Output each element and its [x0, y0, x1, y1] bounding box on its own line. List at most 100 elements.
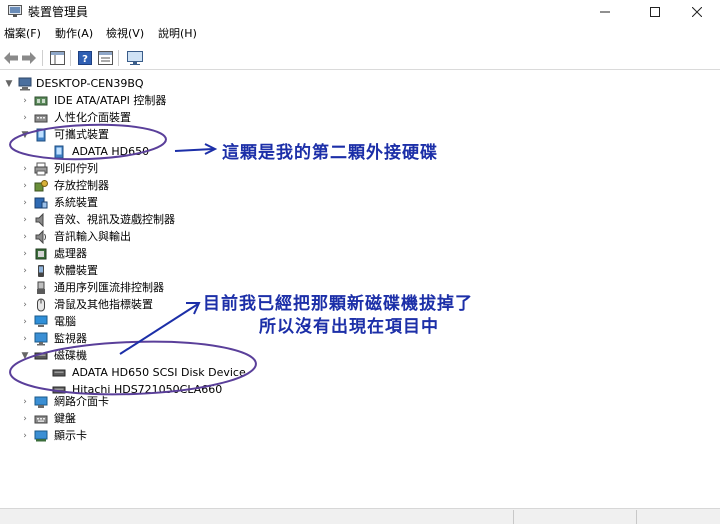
annotation-note-2-line2: 所以沒有出現在項目中: [259, 317, 439, 337]
show-hide-console-tree-button[interactable]: [48, 49, 66, 67]
tree-item-disk-drives[interactable]: ▼ 磁碟機: [0, 348, 300, 364]
tree-item-system-devices[interactable]: › 系統裝置: [0, 195, 300, 211]
expand-chevron-icon[interactable]: ›: [20, 214, 30, 226]
expand-chevron-icon[interactable]: ›: [20, 231, 30, 243]
tree-item-label: 軟體裝置: [54, 264, 98, 277]
monitor-scan-icon: [127, 51, 143, 65]
toolbar-separator: [118, 50, 119, 66]
tree-root[interactable]: ▼ DESKTOP-CEN39BQ: [0, 76, 300, 92]
hid-icon: [34, 114, 48, 123]
tree-item-label: 網路介面卡: [54, 395, 109, 408]
tree-item-processors[interactable]: › 處理器: [0, 246, 300, 262]
tree-item-label: 顯示卡: [54, 429, 87, 442]
expand-chevron-icon[interactable]: ›: [20, 299, 30, 311]
tree-item-label: 音訊輸入與輸出: [54, 230, 131, 243]
close-icon: [692, 7, 702, 17]
tree-item-label: IDE ATA/ATAPI 控制器: [54, 94, 167, 107]
portable-device-icon: [36, 128, 46, 142]
collapse-chevron-icon[interactable]: ▼: [20, 129, 30, 141]
window-title: 裝置管理員: [28, 5, 89, 19]
expand-chevron-icon[interactable]: ›: [20, 265, 30, 277]
tree-item-label: 系統裝置: [54, 196, 98, 209]
tree-item-label: 磁碟機: [54, 349, 87, 362]
tree-item-network-adapters[interactable]: › 網路介面卡: [0, 394, 300, 410]
tree-item-label: 滑鼠及其他指標裝置: [54, 298, 153, 311]
storage-controller-icon: [34, 180, 48, 192]
portable-device-icon: [54, 145, 64, 159]
tree-item-software-devices[interactable]: › 軟體裝置: [0, 263, 300, 279]
expand-chevron-icon[interactable]: ›: [20, 413, 30, 425]
expand-chevron-icon[interactable]: ›: [20, 248, 30, 260]
menu-help[interactable]: 說明(H): [158, 27, 197, 41]
properties-icon: [97, 51, 113, 65]
printer-icon: [34, 162, 48, 176]
minimize-button[interactable]: [582, 0, 628, 24]
expand-chevron-icon[interactable]: ›: [20, 333, 30, 345]
expand-chevron-icon[interactable]: ›: [20, 430, 30, 442]
tree-item-display-adapters[interactable]: › 顯示卡: [0, 428, 300, 444]
forward-arrow-icon: [22, 52, 36, 64]
status-bar-separator: [513, 510, 514, 524]
tree-item-label: 可攜式裝置: [54, 128, 109, 141]
tree-item-print-queues[interactable]: › 列印佇列: [0, 161, 300, 177]
forward-button[interactable]: [20, 49, 38, 67]
tree-item-monitors[interactable]: › 監視器: [0, 331, 300, 347]
mouse-icon: [37, 298, 45, 312]
tree-item-label: 音效、視訊及遊戲控制器: [54, 213, 175, 226]
tree-item-keyboards[interactable]: › 鍵盤: [0, 411, 300, 427]
help-button[interactable]: ?: [76, 49, 94, 67]
tree-item-ide-controllers[interactable]: › IDE ATA/ATAPI 控制器: [0, 93, 300, 109]
close-button[interactable]: [674, 0, 720, 24]
status-bar-separator: [636, 510, 637, 524]
console-tree-icon: [49, 51, 65, 65]
speaker-icon: [35, 213, 44, 227]
tree-item-audio-io[interactable]: › 音訊輸入與輸出: [0, 229, 300, 245]
toolbar: ?: [0, 46, 720, 70]
tree-item-label: 電腦: [54, 315, 76, 328]
minimize-icon: [600, 11, 610, 13]
properties-button[interactable]: [96, 49, 114, 67]
monitor-icon: [34, 332, 48, 346]
help-icon: ?: [78, 51, 92, 65]
expand-chevron-icon[interactable]: ›: [20, 316, 30, 328]
svg-text:?: ?: [82, 54, 88, 65]
tree-item-label: 通用序列匯流排控制器: [54, 281, 164, 294]
system-device-icon: [34, 197, 48, 209]
tree-item-hid[interactable]: › 人性化介面裝置: [0, 110, 300, 126]
tree-item-computer[interactable]: › 電腦: [0, 314, 300, 330]
menu-action[interactable]: 動作(A): [55, 27, 93, 41]
back-button[interactable]: [2, 49, 20, 67]
display-adapter-icon: [34, 430, 48, 442]
collapse-chevron-icon[interactable]: ▼: [20, 350, 30, 362]
scan-hardware-button[interactable]: [126, 49, 144, 67]
collapse-chevron-icon[interactable]: ▼: [4, 78, 14, 90]
usb-icon: [37, 281, 45, 294]
menu-view[interactable]: 檢視(V): [106, 27, 144, 41]
network-adapter-icon: [34, 396, 48, 408]
computer-name: DESKTOP-CEN39BQ: [36, 77, 144, 90]
toolbar-separator: [70, 50, 71, 66]
ide-controller-icon: [34, 96, 48, 106]
expand-chevron-icon[interactable]: ›: [20, 197, 30, 209]
annotation-note-2-line1: 目前我已經把那顆新磁碟機拔掉了: [203, 294, 473, 314]
menu-bar: 檔案(F) 動作(A) 檢視(V) 說明(H): [0, 24, 720, 44]
menu-file[interactable]: 檔案(F): [4, 27, 41, 41]
maximize-button[interactable]: [632, 0, 678, 24]
device-manager-icon: [8, 5, 22, 17]
expand-chevron-icon[interactable]: ›: [20, 95, 30, 107]
back-arrow-icon: [4, 52, 18, 64]
tree-item-storage-controllers[interactable]: › 存放控制器: [0, 178, 300, 194]
disk-drive-icon: [34, 352, 48, 360]
software-device-icon: [38, 265, 44, 277]
tree-item-label: ADATA HD650: [72, 145, 150, 158]
status-bar: [0, 508, 720, 524]
tree-item-sound-video-game[interactable]: › 音效、視訊及遊戲控制器: [0, 212, 300, 228]
expand-chevron-icon[interactable]: ›: [20, 180, 30, 192]
expand-chevron-icon[interactable]: ›: [20, 396, 30, 408]
expand-chevron-icon[interactable]: ›: [20, 163, 30, 175]
tree-item-label: 處理器: [54, 247, 87, 260]
tree-item-disk-adata[interactable]: ADATA HD650 SCSI Disk Device: [0, 365, 300, 381]
expand-chevron-icon[interactable]: ›: [20, 112, 30, 124]
computer-icon: [34, 315, 48, 327]
expand-chevron-icon[interactable]: ›: [20, 282, 30, 294]
